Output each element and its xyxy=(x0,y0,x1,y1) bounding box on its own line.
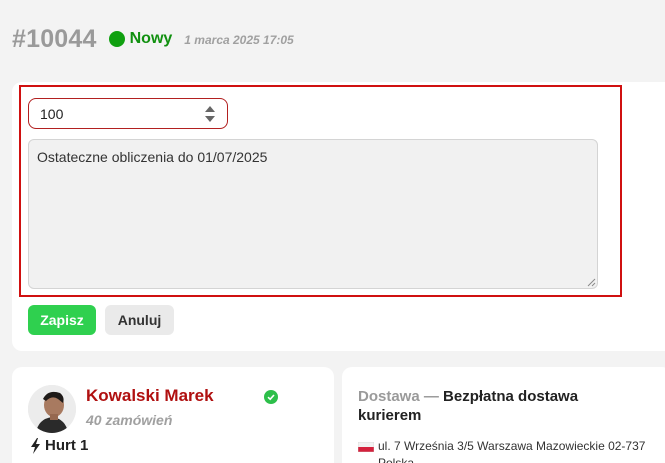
delivery-title: Dostawa — Bezpłatna dostawa kurierem xyxy=(358,387,618,425)
status-dot-icon xyxy=(108,31,125,47)
address-text: ul. 7 Września 3/5 Warszawa Mazowieckie … xyxy=(378,439,646,463)
delivery-address: ul. 7 Września 3/5 Warszawa Mazowieckie … xyxy=(358,438,648,463)
status-label: Nowy xyxy=(129,30,173,47)
avatar[interactable] xyxy=(28,385,76,433)
amount-input[interactable] xyxy=(29,99,189,128)
customer-tier: Hurt 1 xyxy=(30,437,88,454)
resize-grip-icon[interactable] xyxy=(586,277,596,287)
avatar-photo-icon xyxy=(28,385,76,433)
note-textarea[interactable]: Ostateczne obliczenia do 01/07/2025 xyxy=(28,139,598,289)
poland-flag-icon xyxy=(358,442,374,452)
decrement-arrow-icon[interactable] xyxy=(205,116,215,122)
verified-check-icon xyxy=(264,390,278,404)
amount-stepper[interactable] xyxy=(28,98,228,129)
orders-count: 40 zamówień xyxy=(86,412,173,428)
save-button[interactable]: Zapisz xyxy=(28,305,96,335)
cancel-button[interactable]: Anuluj xyxy=(105,305,174,335)
bolt-icon xyxy=(31,437,40,454)
order-date: 1 marca 2025 17:05 xyxy=(184,33,294,47)
tier-label: Hurt 1 xyxy=(45,437,89,454)
order-number: #10044 xyxy=(12,24,97,53)
delivery-label: Dostawa xyxy=(358,388,420,405)
order-header: #10044 Nowy 1 marca 2025 17:05 xyxy=(12,24,294,54)
spinner-icon[interactable] xyxy=(205,106,215,122)
increment-arrow-icon[interactable] xyxy=(205,106,215,112)
delivery-separator: — xyxy=(419,388,444,405)
customer-name[interactable]: Kowalski Marek xyxy=(86,386,214,406)
